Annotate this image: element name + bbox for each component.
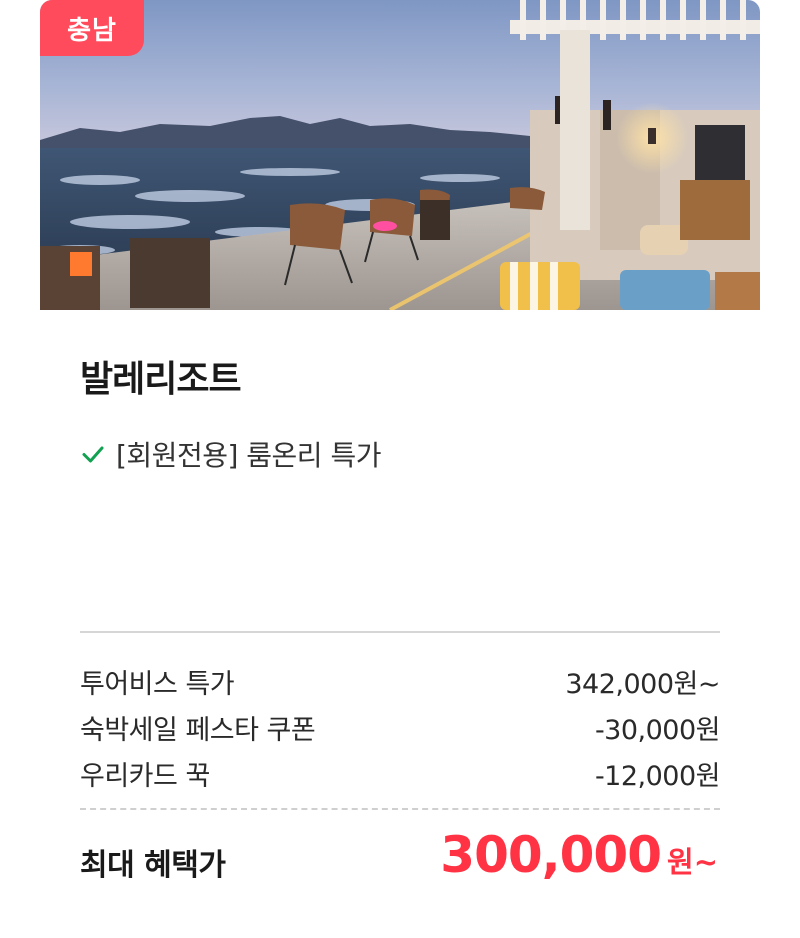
benefit-label: [회원전용] 룸온리 특가: [116, 439, 382, 472]
final-price-label: 최대 혜택가: [80, 848, 226, 883]
benefit-item: [회원전용] 룸온리 특가: [80, 434, 382, 474]
price-row: 투어비스 특가 342,000원~: [80, 662, 720, 701]
final-price-unit: 원~: [667, 845, 718, 879]
price-row-value: -12,000원: [594, 761, 721, 792]
price-row-label: 투어비스 특가: [80, 669, 235, 700]
price-row-label: 숙박세일 페스타 쿠폰: [80, 715, 316, 746]
hotel-name[interactable]: 발레리조트: [80, 350, 242, 402]
check-icon: [82, 446, 104, 463]
price-row-value: 342,000원~: [565, 669, 720, 700]
region-badge: 충남: [40, 0, 144, 56]
dashed-divider: [80, 808, 720, 810]
divider: [80, 631, 720, 633]
hotel-photo[interactable]: [40, 0, 760, 310]
price-row-value: -30,000원: [594, 715, 721, 746]
hotel-deal-card[interactable]: 충남 발레리조트 [회원전용] 룸온리 특가 투어비스 특가 342,000원~…: [0, 0, 800, 938]
final-price: 300,000 원~: [440, 826, 718, 884]
price-row: 숙박세일 페스타 쿠폰 -30,000원: [80, 708, 721, 747]
final-price-amount: 300,000: [440, 826, 662, 884]
price-row: 우리카드 꾹 -12,000원: [80, 754, 721, 793]
price-row-label: 우리카드 꾹: [80, 761, 210, 792]
